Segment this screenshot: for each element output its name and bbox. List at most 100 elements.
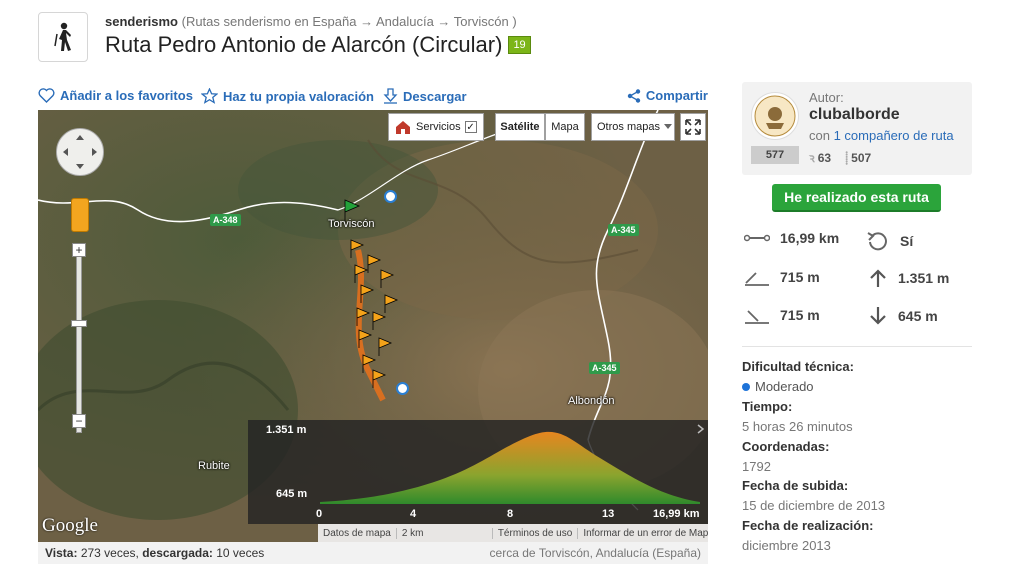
companions-line: con 1 compañero de ruta	[809, 128, 954, 143]
loop-stat: Sí	[866, 230, 913, 252]
elevation-max-label: 1.351 m	[266, 424, 307, 436]
rate-label: Haz tu propia valoración	[223, 88, 374, 104]
completion-date-value: diciembre 2013	[742, 538, 831, 553]
share-button[interactable]: Compartir	[627, 88, 708, 103]
pan-control[interactable]	[56, 128, 104, 176]
map-data-link[interactable]: Datos de mapa	[318, 527, 397, 539]
club-logo	[754, 95, 796, 137]
chevron-down-icon	[663, 124, 672, 129]
zoom-slider-handle[interactable]	[71, 320, 87, 327]
favorite-label: Añadir a los favoritos	[60, 88, 193, 103]
map-button[interactable]: Mapa	[545, 113, 585, 141]
trails-icon: ꝛ	[809, 151, 815, 165]
companions-link[interactable]: 1 compañero de ruta	[834, 128, 954, 143]
followers-count: 507	[851, 150, 872, 165]
done-route-button[interactable]: He realizado esta ruta	[772, 184, 941, 212]
satellite-button[interactable]: Satélite	[495, 113, 545, 141]
distance-stat: 16,99 km	[744, 230, 839, 246]
difficulty-row: Moderado	[742, 379, 814, 394]
favorite-button[interactable]: Añadir a los favoritos	[38, 88, 193, 103]
coordinates-value: 1792	[742, 459, 771, 474]
arrow-down-icon	[870, 307, 886, 325]
poi-icon[interactable]	[384, 190, 397, 203]
upload-date-value: 15 de diciembre de 2013	[742, 498, 886, 513]
report-error-link[interactable]: Informar de un error de Maps	[578, 528, 708, 539]
author-card: 577 Autor: clubalborde con 1 compañero d…	[742, 82, 972, 175]
zoom-in-button[interactable]: +	[72, 243, 86, 257]
divider	[742, 346, 972, 347]
companions-prefix: con	[809, 128, 830, 143]
road-label: A-348	[210, 214, 241, 226]
zoom-out-button[interactable]: −	[72, 414, 86, 428]
loop-icon	[867, 232, 887, 251]
services-toggle[interactable]: Servicios ✓	[388, 113, 484, 141]
terms-link[interactable]: Términos de uso	[493, 527, 579, 539]
avatar[interactable]	[751, 92, 799, 140]
activity-link[interactable]: senderismo	[105, 14, 178, 29]
near-value[interactable]: Torviscón, Andalucía (España)	[539, 546, 701, 560]
house-icon	[396, 121, 410, 134]
pan-arrows-icon	[63, 135, 97, 169]
share-icon	[627, 88, 641, 103]
services-checkbox[interactable]: ✓	[464, 121, 477, 133]
fullscreen-icon	[685, 119, 701, 135]
rate-button[interactable]: Haz tu propia valoración	[201, 88, 374, 104]
trails-count: 63	[817, 150, 832, 165]
other-maps-dropdown[interactable]: Otros mapas	[591, 113, 675, 141]
difficulty-value: Moderado	[755, 379, 814, 394]
elevation-tick: 8	[507, 508, 514, 520]
other-maps-label: Otros mapas	[597, 121, 660, 133]
google-logo: Google	[42, 515, 98, 536]
max-altitude-stat: 1.351 m	[868, 268, 949, 288]
min-altitude-stat: 645 m	[868, 306, 938, 326]
distance-icon	[744, 234, 770, 242]
map-attribution: Datos de mapa 2 km Términos de uso Infor…	[318, 524, 708, 542]
services-label: Servicios	[416, 121, 461, 133]
ascent-value: 715 m	[780, 269, 820, 285]
downloads-value: 10 veces	[216, 546, 265, 560]
chevron-right-icon[interactable]	[697, 424, 705, 434]
breadcrumb: senderismo (Rutas senderismo en España →…	[105, 14, 517, 29]
elevation-tick: 16,99 km	[653, 508, 700, 520]
download-button[interactable]: Descargar	[383, 88, 467, 104]
town-label: Torviscón	[328, 218, 375, 230]
heart-icon	[38, 88, 55, 103]
rank-badge: 19	[508, 36, 531, 54]
upload-date-label: Fecha de subida:	[742, 478, 849, 493]
page-title: Ruta Pedro Antonio de Alarcón (Circular)	[105, 32, 503, 57]
time-value: 5 horas 26 minutos	[742, 419, 853, 434]
views-value: 273 veces,	[80, 546, 139, 560]
distance-value: 16,99 km	[780, 230, 840, 246]
difficulty-dot-icon	[742, 382, 750, 391]
zoom-track[interactable]	[76, 243, 82, 433]
fullscreen-button[interactable]	[680, 113, 706, 141]
elevation-min-label: 645 m	[276, 488, 308, 500]
page-title-row: Ruta Pedro Antonio de Alarcón (Circular)…	[105, 32, 531, 58]
road-label: A-345	[589, 362, 620, 374]
author-name[interactable]: clubalborde	[809, 106, 900, 124]
descent-value: 715 m	[780, 307, 820, 323]
elevation-profile[interactable]: 1.351 m 645 m 0 4 8 13 16,99 km	[248, 420, 708, 524]
route-map[interactable]: + − A-348 A-345 A-345 Torviscón Albondón…	[38, 110, 708, 542]
scale-label: 2 km	[397, 527, 493, 539]
followers-icon: ⸽	[845, 151, 849, 165]
elevation-area	[320, 431, 700, 504]
max-altitude-value: 1.351 m	[898, 270, 950, 286]
breadcrumb-path[interactable]: (Rutas senderismo en España → Andalucía …	[182, 14, 517, 29]
coordinates-label: Coordenadas:	[742, 439, 830, 454]
activity-icon	[38, 12, 88, 62]
street-view-pegman-icon[interactable]	[71, 198, 89, 232]
town-label: Rubite	[198, 460, 230, 472]
poi-icon[interactable]	[396, 382, 409, 395]
downloads-label: descargada:	[142, 546, 213, 560]
download-label: Descargar	[403, 88, 467, 104]
arrow-up-icon	[870, 269, 886, 287]
elevation-tick: 0	[316, 508, 323, 520]
elevation-tick: 13	[602, 508, 615, 520]
ascent-stat: 715 m	[744, 268, 820, 286]
action-bar: Añadir a los favoritos Haz tu propia val…	[38, 88, 708, 106]
ascent-icon	[745, 272, 769, 286]
time-label: Tiempo:	[742, 399, 793, 414]
star-icon	[201, 88, 218, 104]
views-label: Vista:	[45, 546, 78, 560]
